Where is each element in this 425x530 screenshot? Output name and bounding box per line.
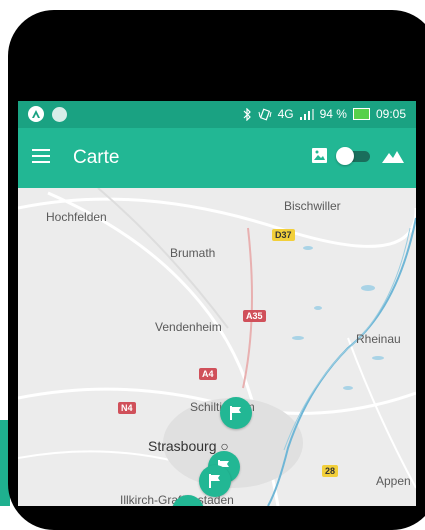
- map-marker[interactable]: [199, 465, 231, 497]
- map-label-rheinau: Rheinau: [356, 332, 401, 346]
- toggle-knob: [336, 147, 354, 165]
- road-shield-28: 28: [322, 465, 339, 477]
- signal-icon: [299, 108, 314, 120]
- network-type: 4G: [277, 107, 294, 121]
- map-marker[interactable]: [220, 397, 252, 429]
- road-shield-d37: D37: [272, 229, 295, 241]
- layer-toggle[interactable]: [336, 147, 370, 165]
- map-label-hochfelden: Hochfelden: [46, 210, 107, 224]
- app-notification-icon: [28, 106, 44, 122]
- road-shield-a35: A35: [243, 310, 266, 322]
- mountain-icon[interactable]: [382, 149, 404, 163]
- hamburger-menu-icon[interactable]: [32, 149, 50, 163]
- image-icon[interactable]: [312, 148, 327, 163]
- status-time: 09:05: [375, 107, 406, 121]
- bluetooth-icon: [243, 107, 251, 121]
- map-label-bischwiller: Bischwiller: [284, 199, 341, 213]
- phone-screen: 4G 94 % 09:05 Carte Hochfelden Bischwill…: [18, 101, 416, 506]
- vibrate-icon: [258, 107, 272, 121]
- road-shield-n4: N4: [118, 402, 136, 414]
- battery-percent: 94 %: [319, 107, 347, 121]
- map-label-brumath: Brumath: [170, 246, 216, 260]
- map-label-appenweier: Appen: [376, 474, 411, 488]
- road-shield-a4: A4: [199, 368, 217, 380]
- notification-dot-icon: [52, 106, 67, 122]
- flag-icon: [230, 406, 241, 420]
- map-label-vendenheim: Vendenheim: [155, 320, 222, 334]
- app-bar: Carte: [18, 128, 416, 188]
- page-title: Carte: [73, 147, 120, 168]
- flag-icon: [209, 474, 220, 488]
- status-bar: 4G 94 % 09:05: [18, 101, 416, 128]
- battery-icon: [352, 108, 370, 120]
- map-view[interactable]: Hochfelden Bischwiller Brumath Vendenhei…: [18, 188, 416, 506]
